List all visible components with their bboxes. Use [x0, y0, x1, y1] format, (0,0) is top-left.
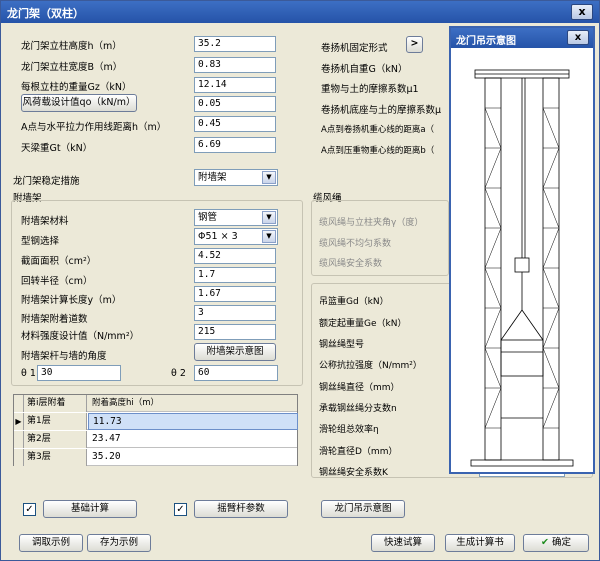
calc-length-label: 附墙架计算长度y（m）: [21, 295, 122, 306]
column-width-input[interactable]: 0.83: [194, 57, 276, 73]
close-button[interactable]: x: [571, 4, 593, 20]
gantry-diagram-button[interactable]: 龙门吊示意图: [321, 500, 405, 518]
generate-book-button[interactable]: 生成计算书: [445, 534, 515, 552]
attach-count-label: 附墙架附着道数: [21, 314, 88, 325]
header-height: 附着高度hi（m）: [92, 398, 160, 408]
row-height[interactable]: 23.47: [88, 431, 298, 448]
arm-checkbox[interactable]: ✓: [174, 503, 187, 516]
pull-distance-input[interactable]: 0.45: [194, 116, 276, 132]
popup-title-bar: 龙门吊示意图 x: [451, 28, 593, 48]
column-height-label: 龙门架立柱高度h（m）: [21, 41, 122, 52]
popup-title: 龙门吊示意图: [456, 36, 516, 47]
row-pointer-icon: ▶: [14, 413, 24, 430]
column-weight-label: 每根立柱的重量Gz（kN）: [21, 82, 132, 93]
gantry-diagram-window: 龙门吊示意图 x: [449, 26, 595, 474]
theta1-label: θ 1: [21, 368, 36, 379]
attachment-table: 第i层附着 附着高度hi（m） ▶ 第1层 11.73 第2层 23.47 第3…: [13, 394, 298, 466]
rope-angle-label: 缆风绳与立柱夹角γ（度）: [319, 218, 424, 228]
winch-weight-label: 卷扬机自重G（kN）: [321, 64, 408, 75]
check-icon: ✔: [540, 537, 549, 548]
window-title: 龙门架（双柱）: [7, 7, 84, 20]
chevron-down-icon: ▼: [262, 230, 276, 243]
section-area-label: 截面面积（cm²）: [21, 256, 97, 267]
rope-diameter-label: 钢丝绳直径（mm）: [319, 383, 400, 393]
beam-weight-label: 天梁重Gt（kN）: [21, 143, 93, 154]
table-header: 第i层附着 附着高度hi（m）: [14, 395, 297, 412]
rope-type-label: 钢丝绳型号: [319, 340, 365, 350]
chevron-down-icon: ▼: [262, 211, 276, 224]
theta2-input[interactable]: 60: [194, 365, 278, 381]
table-row[interactable]: 第2层 23.47: [14, 431, 297, 448]
table-row[interactable]: 第3层 35.20: [14, 449, 297, 466]
row-height[interactable]: 35.20: [88, 449, 298, 466]
wall-material-label: 附墙架材料: [21, 216, 69, 227]
winch-fix-label: 卷扬机固定形式: [321, 43, 388, 54]
base-friction-label: 卷扬机底座与土的摩擦系数μ: [321, 105, 442, 116]
wall-diagram-button[interactable]: 附墙架示意图: [194, 343, 276, 361]
pulley-efficiency-label: 滑轮组总效率η: [319, 425, 379, 435]
stability-select[interactable]: 附墙架 ▼: [194, 169, 278, 186]
theta2-label: θ 2: [171, 368, 186, 379]
theta1-input[interactable]: 30: [37, 365, 121, 381]
steel-value: Φ51 × 3: [198, 231, 238, 242]
ok-button[interactable]: ✔ 确定: [523, 534, 589, 552]
row-height[interactable]: 11.73: [88, 413, 298, 430]
row-layer: 第2层: [24, 431, 87, 448]
foundation-checkbox[interactable]: ✓: [23, 503, 36, 516]
arm-params-button[interactable]: 摇臂杆参数: [194, 500, 288, 518]
gyration-label: 回转半径（cm）: [21, 276, 93, 287]
weight-distance-label: A点到压重物重心线的距离b（: [321, 146, 435, 156]
header-layer: 第i层附着: [24, 395, 87, 412]
wind-load-button[interactable]: 风荷载设计值qo（kN/m）: [21, 94, 137, 112]
column-weight-input[interactable]: 12.14: [194, 77, 276, 93]
pull-distance-label: A点与水平拉力作用线距离h（m）: [21, 122, 167, 133]
beam-weight-input[interactable]: 6.69: [194, 137, 276, 153]
column-height-input[interactable]: 35.2: [194, 36, 276, 52]
angle-label: 附墙架杆与墙的角度: [21, 351, 107, 362]
load-example-button[interactable]: 调取示例: [19, 534, 83, 552]
stability-value: 附墙架: [198, 172, 227, 183]
chevron-down-icon: ▼: [262, 171, 276, 184]
calc-length-input[interactable]: 1.67: [194, 286, 276, 302]
row-layer: 第1层: [24, 413, 87, 430]
rope-safety-k-label: 钢丝绳安全系数K: [319, 468, 388, 478]
table-row[interactable]: ▶ 第1层 11.73: [14, 413, 298, 430]
attach-count-input[interactable]: 3: [194, 305, 276, 321]
quick-calc-button[interactable]: 快速试算: [371, 534, 435, 552]
wind-load-input[interactable]: 0.05: [194, 96, 276, 112]
ok-label: 确定: [551, 537, 571, 548]
strength-input[interactable]: 215: [194, 324, 276, 340]
steel-select[interactable]: Φ51 × 3 ▼: [194, 228, 278, 245]
friction-label: 重物与土的摩擦系数μ1: [321, 84, 419, 95]
winch-distance-label: A点到卷扬机重心线的距离a（: [321, 125, 435, 135]
rope-safety-label: 缆风绳安全系数: [319, 259, 383, 269]
tensile-strength-label: 公称抗拉强度（N/mm²）: [319, 361, 422, 371]
branch-count-label: 承载钢丝绳分支数n: [319, 404, 397, 414]
steel-label: 型钢选择: [21, 236, 60, 247]
basket-weight-label: 吊篮重Gd（kN）: [319, 297, 389, 307]
rope-uneven-label: 缆风绳不均匀系数: [319, 239, 392, 249]
row-layer: 第3层: [24, 449, 87, 466]
foundation-button[interactable]: 基础计算: [43, 500, 137, 518]
column-width-label: 龙门架立柱宽度B（m）: [21, 62, 123, 73]
save-example-button[interactable]: 存为示例: [87, 534, 151, 552]
popup-close-button[interactable]: x: [567, 30, 589, 45]
pulley-diameter-label: 滑轮直径D（mm）: [319, 447, 398, 457]
stability-label: 龙门架稳定措施: [13, 176, 80, 187]
wall-material-value: 钢管: [198, 212, 218, 223]
title-bar: 龙门架（双柱） x: [1, 1, 599, 23]
winch-fix-button[interactable]: >: [406, 36, 423, 53]
wall-material-select[interactable]: 钢管 ▼: [194, 209, 278, 226]
rated-load-label: 额定起重量Ge（kN）: [319, 319, 407, 329]
gantry-diagram-image: [470, 69, 574, 467]
section-area-input[interactable]: 4.52: [194, 248, 276, 264]
gyration-input[interactable]: 1.7: [194, 267, 276, 283]
strength-label: 材料强度设计值（N/mm²）: [21, 331, 140, 342]
